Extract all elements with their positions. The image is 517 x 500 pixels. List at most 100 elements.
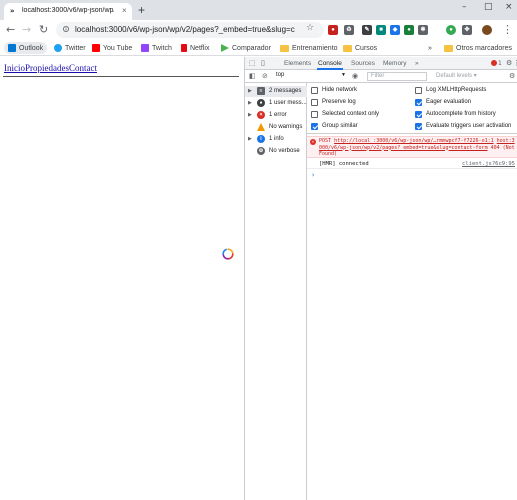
bookmark-twitter[interactable]: Twitter bbox=[54, 42, 86, 54]
error-request-link[interactable]: http://local :3000/v6/wp-json/wp/…rmmwpc… bbox=[334, 138, 494, 144]
loading-spinner-icon bbox=[222, 248, 234, 260]
nav-link-propiedades[interactable]: Propiedades bbox=[25, 63, 69, 73]
reload-icon[interactable]: ↻ bbox=[39, 23, 48, 36]
address-bar[interactable]: localhost:3000/v6/wp-json/wp/v2/pages?_e… bbox=[56, 22, 324, 38]
option-selected-context[interactable]: Selected context only bbox=[311, 109, 379, 119]
option-label: Preserve log bbox=[322, 99, 356, 105]
user-icon: ● bbox=[257, 99, 265, 107]
log-source-link[interactable]: client.js?6c9:95 bbox=[462, 161, 515, 167]
devtools-menu-icon[interactable]: ⋮ bbox=[513, 59, 517, 67]
option-eager-evaluation[interactable]: Eager evaluation bbox=[415, 97, 471, 107]
sidebar-item-errors[interactable]: ▶ × 1 error bbox=[245, 110, 307, 121]
group-similar-checkbox[interactable] bbox=[311, 122, 318, 130]
other-bookmarks-folder[interactable]: Otros marcadores bbox=[444, 42, 512, 54]
back-arrow-icon[interactable]: ← bbox=[6, 23, 15, 36]
bookmark-label: Otros marcadores bbox=[456, 44, 513, 52]
console-prompt-icon[interactable]: › bbox=[311, 171, 315, 179]
sidebar-item-warnings[interactable]: No warnings bbox=[245, 122, 307, 133]
console-output: × POST http://local :3000/v6/wp-json/wp/… bbox=[307, 134, 517, 500]
bookmark-twitch[interactable]: Twitch bbox=[141, 42, 172, 54]
extension-green-icon[interactable]: ● bbox=[404, 25, 414, 35]
browser-tab[interactable]: » localhost:3000/v6/wp-json/wp/v... × bbox=[4, 3, 132, 20]
verbose-icon: ⚙ bbox=[257, 147, 265, 155]
more-tabs-icon[interactable]: » bbox=[415, 60, 419, 67]
extension-square-icon[interactable]: ■ bbox=[376, 25, 386, 35]
tab-memory[interactable]: Memory bbox=[383, 60, 406, 67]
option-preserve-log[interactable]: Preserve log bbox=[311, 97, 356, 107]
log-xhr-checkbox[interactable] bbox=[415, 86, 422, 94]
expand-triangle-icon[interactable]: ▶ bbox=[248, 112, 252, 118]
bookmarks-overflow-button[interactable]: » bbox=[428, 42, 432, 54]
extensions-puzzle-icon[interactable]: ✤ bbox=[462, 25, 472, 35]
error-badge-icon[interactable] bbox=[491, 60, 497, 66]
tab-console[interactable]: Console bbox=[318, 60, 342, 67]
option-log-xhr[interactable]: Log XMLHttpRequests bbox=[415, 85, 486, 95]
expand-triangle-icon[interactable]: ▶ bbox=[248, 100, 252, 106]
tab-title: localhost:3000/v6/wp-json/wp/v... bbox=[22, 7, 114, 14]
sidebar-item-verbose[interactable]: ⚙ No verbose bbox=[245, 146, 307, 157]
live-expression-eye-icon[interactable]: ◉ bbox=[352, 72, 358, 80]
hide-network-checkbox[interactable] bbox=[311, 86, 318, 94]
tab-elements[interactable]: Elements bbox=[284, 60, 311, 67]
maximize-button[interactable]: □ bbox=[484, 2, 493, 12]
profile-avatar[interactable] bbox=[482, 25, 492, 35]
nav-link-inicio[interactable]: Inicio bbox=[4, 63, 25, 73]
new-tab-button[interactable]: + bbox=[138, 3, 145, 17]
inspect-element-icon[interactable]: ⬚ bbox=[249, 59, 256, 67]
option-hide-network[interactable]: Hide network bbox=[311, 85, 357, 95]
tab-sources[interactable]: Sources bbox=[351, 60, 375, 67]
eager-evaluation-checkbox[interactable] bbox=[415, 98, 422, 106]
bookmark-outlook[interactable]: Outlook bbox=[4, 42, 48, 54]
info-icon[interactable] bbox=[63, 25, 69, 33]
bookmark-netflix[interactable]: Netflix bbox=[181, 42, 209, 54]
sidebar-item-info[interactable]: ▶ i 1 info bbox=[245, 134, 307, 145]
bookmark-label: Entrenamiento bbox=[292, 44, 338, 52]
context-value: top bbox=[276, 72, 285, 78]
close-window-button[interactable]: × bbox=[505, 2, 513, 12]
extension-circle-icon[interactable]: ● bbox=[446, 25, 456, 35]
bookmark-comparador[interactable]: Comparador bbox=[221, 42, 271, 54]
extension-puzzle-icon[interactable]: ✱ bbox=[418, 25, 428, 35]
expand-triangle-icon[interactable]: ▶ bbox=[248, 88, 252, 94]
tab-favicon-icon: » bbox=[10, 7, 15, 15]
forward-arrow-icon[interactable]: → bbox=[22, 23, 31, 36]
bookmark-youtube[interactable]: You Tube bbox=[92, 42, 132, 54]
nav-divider bbox=[3, 76, 239, 77]
sidebar-item-messages[interactable]: ▶ ≡ 2 messages bbox=[245, 86, 307, 97]
option-evaluate-triggers[interactable]: Evaluate triggers user activation bbox=[415, 121, 511, 131]
tab-close-icon[interactable]: × bbox=[122, 6, 127, 15]
bookmark-entrenamiento[interactable]: Entrenamiento bbox=[280, 42, 338, 54]
expand-triangle-icon[interactable]: ▶ bbox=[248, 136, 252, 142]
option-autocomplete[interactable]: Autocomplete from history bbox=[415, 109, 496, 119]
clear-console-icon[interactable]: ⊘ bbox=[262, 72, 268, 80]
list-icon: ≡ bbox=[257, 87, 265, 95]
sidebar-toggle-icon[interactable]: ◧ bbox=[249, 72, 256, 80]
bookmark-cursos[interactable]: Cursos bbox=[343, 42, 377, 54]
extension-shield-icon[interactable]: ● bbox=[328, 25, 338, 35]
url-text[interactable]: localhost:3000/v6/wp-json/wp/v2/pages?_e… bbox=[75, 25, 295, 34]
device-toolbar-icon[interactable]: ▯ bbox=[261, 59, 265, 67]
extension-blue-icon[interactable]: ◆ bbox=[390, 25, 400, 35]
context-select[interactable]: top ▼ bbox=[276, 72, 346, 81]
preserve-log-checkbox[interactable] bbox=[311, 98, 318, 106]
console-filter-input[interactable]: Filter bbox=[367, 72, 427, 81]
bookmarks-bar: Outlook Twitter You Tube Twitch Netflix … bbox=[0, 40, 517, 56]
evaluate-triggers-checkbox[interactable] bbox=[415, 122, 422, 130]
bookmark-star-icon[interactable]: ☆ bbox=[306, 23, 314, 33]
nav-link-contact[interactable]: Contact bbox=[69, 63, 97, 73]
selected-context-checkbox[interactable] bbox=[311, 110, 318, 118]
twitch-icon bbox=[141, 44, 149, 52]
settings-gear-icon[interactable]: ⚙ bbox=[506, 59, 512, 67]
extension-pen-icon[interactable]: ✎ bbox=[362, 25, 372, 35]
menu-dots-icon[interactable]: ⋮ bbox=[502, 23, 513, 36]
console-settings-gear-icon[interactable]: ⚙ bbox=[509, 72, 515, 80]
log-levels-dropdown[interactable]: Default levels ▾ bbox=[436, 72, 477, 79]
option-group-similar[interactable]: Group similar bbox=[311, 121, 358, 131]
extension-recycle-icon[interactable]: ♻ bbox=[344, 25, 354, 35]
minimize-button[interactable]: – bbox=[462, 2, 467, 12]
autocomplete-checkbox[interactable] bbox=[415, 110, 422, 118]
sidebar-item-user-messages[interactable]: ▶ ● 1 user mess... bbox=[245, 98, 307, 109]
option-label: Selected context only bbox=[322, 111, 380, 117]
error-method: POST bbox=[319, 138, 332, 144]
info-icon: i bbox=[257, 135, 265, 143]
